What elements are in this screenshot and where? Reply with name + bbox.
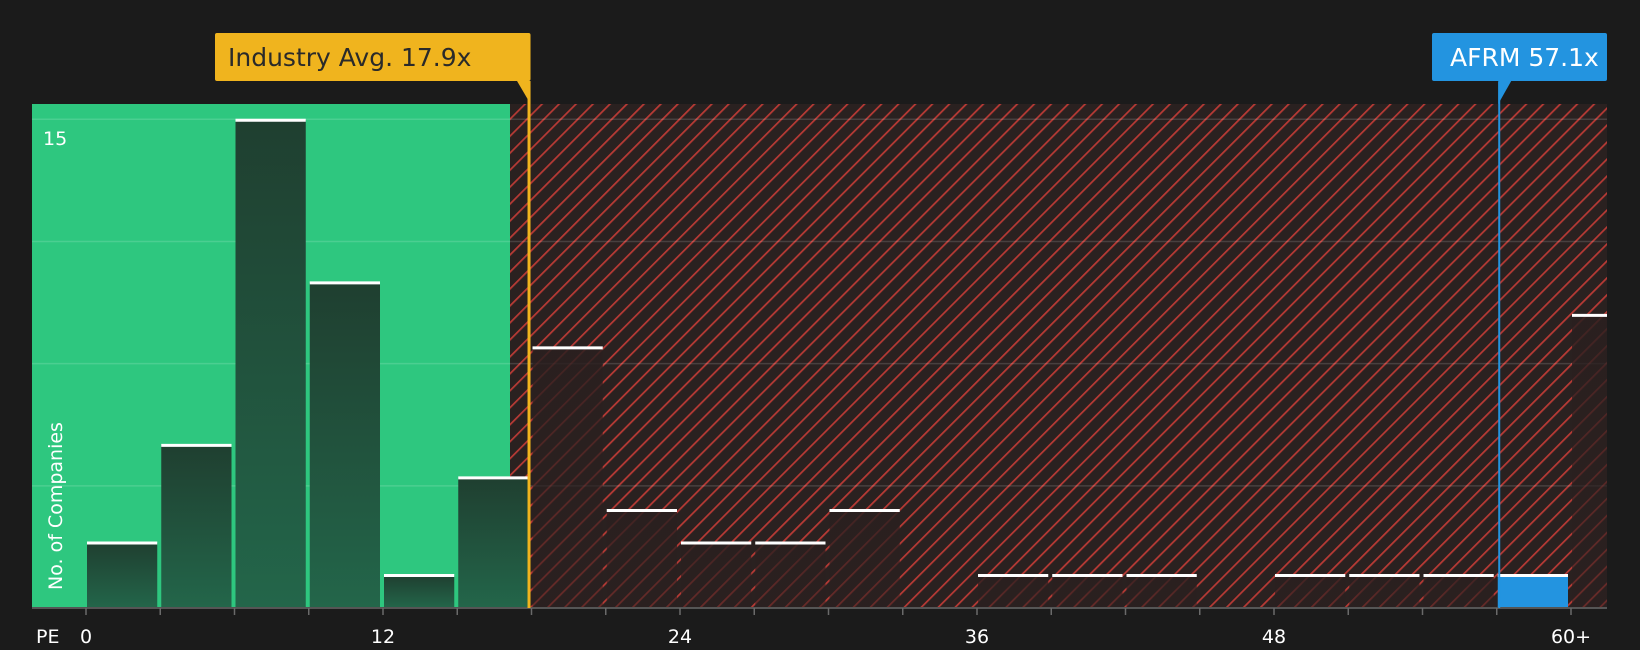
x-tick-label: 36 [965,626,989,648]
x-axis-label: PE [36,626,59,648]
histogram-bar [235,120,306,609]
company-pe-label: AFRM 57.1x [1450,43,1599,72]
histogram-bar [1423,575,1494,608]
x-tick-label: 12 [371,626,395,648]
histogram-bar [681,542,752,608]
histogram-bar [829,510,900,608]
histogram-bar [755,542,826,608]
y-axis-label: No. of Companies [45,422,67,590]
y-tick-label: 15 [43,128,67,150]
histogram-bar [458,477,529,608]
x-tick-label: 60+ [1551,626,1591,648]
x-tick-label: 24 [668,626,692,648]
company-pe-callout: AFRM 57.1x [1432,33,1607,104]
industry-avg-callout: Industry Avg. 17.9x [215,33,531,104]
x-axis-ticks: 0 12 24 36 48 60+ [80,608,1591,648]
histogram-bar [309,282,380,608]
histogram-bar [1052,575,1123,608]
histogram-bar [161,445,232,608]
x-tick-label: 0 [80,626,92,648]
histogram-bar [532,347,603,608]
histogram-bar [384,575,455,608]
pe-distribution-chart: 0 12 24 36 48 60+ 15 No. of Companies PE Indu… [32,33,1607,648]
histogram-bar [1126,575,1197,608]
industry-avg-label: Industry Avg. 17.9x [228,43,471,72]
x-tick-label: 48 [1262,626,1286,648]
histogram-bar [1572,315,1607,608]
histogram-bar [1497,575,1568,608]
histogram-bar [978,575,1049,608]
histogram-bar [1349,575,1420,608]
histogram-bar [87,542,158,608]
histogram-bar [1275,575,1346,608]
histogram-bar [606,510,677,608]
